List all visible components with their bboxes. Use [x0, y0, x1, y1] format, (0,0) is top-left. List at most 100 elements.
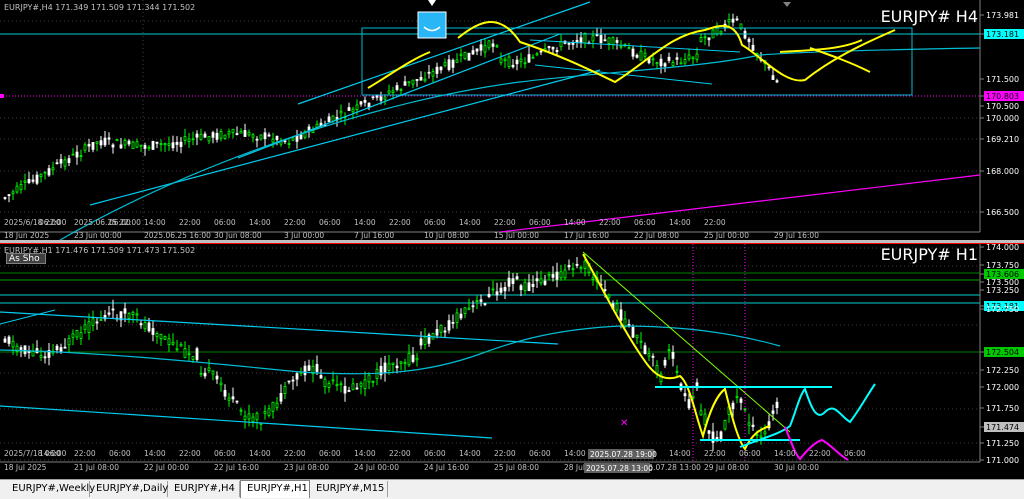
h1-symbol-title: EURJPY# H1: [881, 245, 978, 264]
h1-candle: [287, 380, 291, 383]
h1-candle: [387, 363, 391, 371]
h1-candle: [583, 260, 587, 269]
h4-date-label: 10 Jul 08:00: [424, 231, 469, 240]
h1-candle: [435, 329, 439, 336]
as-shown-button[interactable]: As Sho: [6, 253, 46, 264]
h4-time-label: 06:00: [214, 218, 236, 227]
h4-candle: [27, 179, 31, 184]
h4-candle: [675, 57, 679, 60]
h4-date-label: 7 Jul 16:00: [354, 231, 394, 240]
h1-candle: [3, 338, 7, 343]
h4-price-label: 170.803: [986, 92, 1019, 101]
h1-candle: [211, 370, 215, 375]
h1-candle: [367, 374, 371, 383]
h1-candle: [315, 364, 319, 372]
h4-candle: [115, 138, 119, 142]
h4-chart-canvas[interactable]: 173.981 173.181 171.500 170.803170.500 170.0…: [0, 0, 1024, 241]
h1-time-label: 06:00: [319, 449, 341, 458]
h1-chart-canvas[interactable]: ✕ 174.000173.750173.500173.606173.250173…: [0, 243, 1024, 479]
h1-candle: [539, 278, 543, 284]
tab-weekly[interactable]: EURJPY#,Weekly: [6, 481, 95, 497]
h4-candle: [619, 45, 623, 48]
h1-candle: [763, 431, 767, 435]
h1-price-label: 172.250: [986, 366, 1019, 375]
tab-m15[interactable]: EURJPY#,M15: [310, 481, 388, 497]
h1-candle: [635, 334, 639, 339]
h4-time-label: 22:00: [179, 218, 201, 227]
h1-candle: [383, 362, 387, 373]
h4-candle: [19, 184, 23, 191]
tab-h1[interactable]: EURJPY#,H1: [240, 480, 310, 498]
h1-candle: [671, 351, 675, 359]
h4-candle: [295, 135, 299, 142]
h4-time-label: 06:00: [634, 218, 656, 227]
h1-price-label: 173.250: [986, 286, 1019, 295]
h4-date-label: 18 Jun 2025: [4, 231, 49, 240]
h4-time-label: 06:00: [319, 218, 341, 227]
h4-candle: [439, 66, 443, 71]
trade-object-icon[interactable]: [417, 11, 447, 39]
h4-time-label: 22:00: [494, 218, 516, 227]
h4-candle: [219, 131, 223, 139]
h4-candle: [147, 146, 151, 149]
h4-price-label: 166.500: [986, 208, 1019, 217]
h4-candle: [255, 138, 259, 141]
h4-candle: [607, 37, 611, 45]
h4-candle: [383, 96, 387, 100]
h4-price-label: 173.181: [986, 30, 1019, 39]
h1-candle: [307, 365, 311, 371]
h4-candle: [143, 145, 147, 149]
h4-candle: [399, 89, 403, 91]
h1-candle: [123, 308, 127, 314]
h4-candle: [331, 115, 335, 122]
h1-chart-panel[interactable]: ✕ 174.000 173.750 173.500 173.606 173.250 173…: [0, 243, 1024, 479]
h4-candle: [411, 79, 415, 85]
h1-candle: [459, 313, 463, 319]
h4-candle: [667, 56, 671, 61]
h4-candle: [471, 50, 475, 55]
h4-candle: [651, 58, 655, 61]
h1-candle: [175, 348, 179, 351]
h1-date-label: 22 Jul 00:00: [144, 463, 189, 472]
h4-time-label: 14:00: [459, 218, 481, 227]
h4-candle: [635, 54, 639, 58]
cross-marker-icon[interactable]: ✕: [620, 418, 628, 429]
h4-candle: [695, 53, 699, 60]
h1-candle: [495, 291, 499, 296]
h1-candle: [487, 293, 491, 297]
h1-candle: [467, 307, 471, 310]
tab-daily[interactable]: EURJPY#,Daily: [90, 481, 168, 497]
h1-date-label: 18 Jul 2025: [4, 463, 47, 472]
h1-date-label: 24 Jul 00:00: [354, 463, 399, 472]
h4-price-label: 169.210: [986, 135, 1019, 144]
tab-h4[interactable]: EURJPY#,H4: [168, 481, 240, 497]
h1-candle: [647, 353, 651, 357]
h1-time-label: 14:00: [39, 449, 61, 458]
h4-header: EURJPY#,H4 171.349 171.509 171.344 171.5…: [4, 3, 195, 12]
h4-candle: [395, 85, 399, 90]
h4-time-label: 22:00: [704, 218, 726, 227]
h1-candle: [107, 312, 111, 315]
h1-candle: [327, 383, 331, 388]
h4-chart-panel[interactable]: 173.981 173.181 171.500 170.803 170.500 170.0…: [0, 0, 1024, 241]
h4-candle: [751, 44, 755, 51]
h4-candle: [135, 141, 139, 148]
h4-candle: [451, 59, 455, 68]
h4-candle: [271, 138, 275, 143]
h1-candle: [619, 309, 623, 321]
h1-candle: [63, 346, 67, 349]
h1-candle: [163, 336, 167, 340]
h1-candle: [507, 277, 511, 287]
h1-candle: [59, 347, 63, 353]
h4-candle: [263, 132, 267, 140]
h1-candle: [371, 381, 375, 383]
h1-time-label: 06:00: [109, 449, 131, 458]
h4-candle: [55, 162, 59, 165]
h4-candle: [239, 130, 243, 134]
h1-candle: [475, 300, 479, 302]
h1-candle: [415, 357, 419, 361]
h1-price-label: 171.750: [986, 404, 1019, 413]
h1-candle: [483, 303, 487, 306]
h1-candle: [223, 390, 227, 397]
h4-candle: [643, 52, 647, 57]
